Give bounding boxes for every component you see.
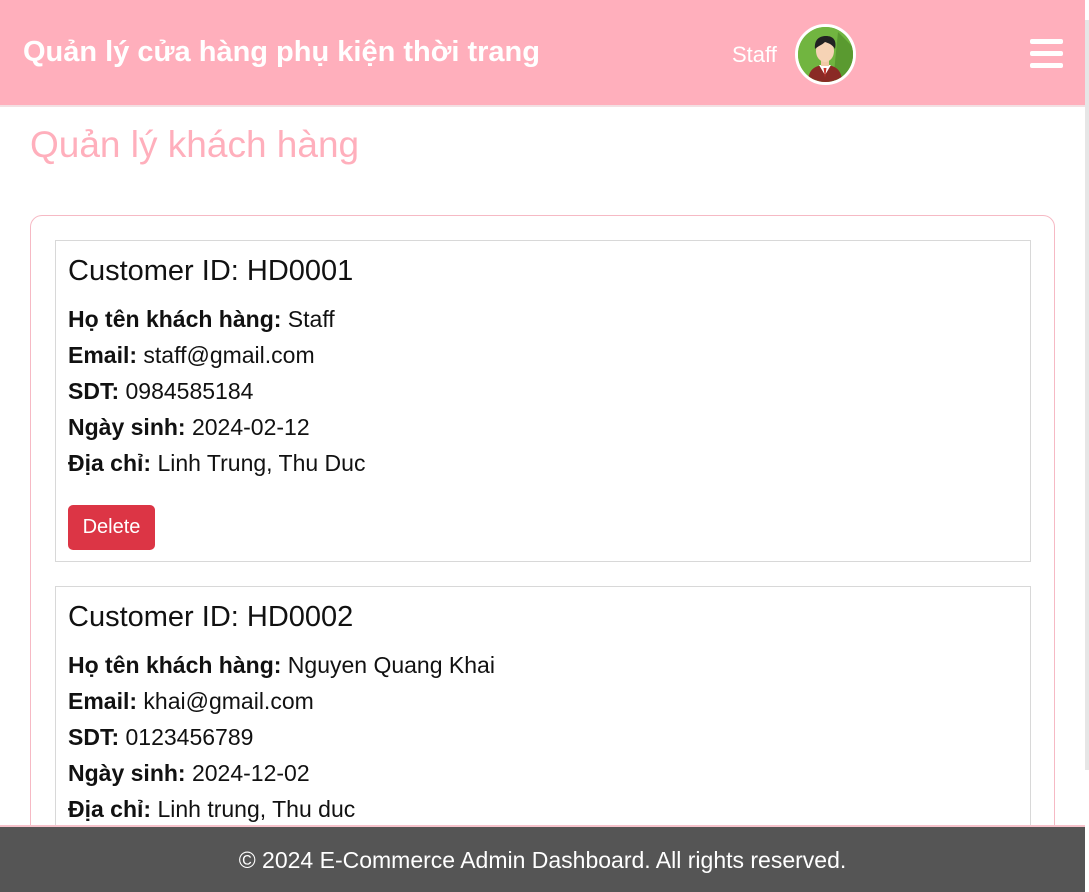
hamburger-menu-icon[interactable] [1030, 39, 1063, 69]
footer-copyright: © 2024 E-Commerce Admin Dashboard. All r… [238, 847, 847, 873]
customer-phone-row: SDT: 0123456789 [68, 724, 254, 750]
customer-dob-row: Ngày sinh: 2024-02-12 [68, 414, 310, 440]
customer-id: Customer ID: HD0001 [68, 255, 354, 287]
customer-email-row: Email: khai@gmail.com [68, 688, 314, 714]
customer-id: Customer ID: HD0002 [68, 601, 354, 633]
customer-phone-row: SDT: 0984585184 [68, 378, 254, 404]
customer-name-row: Họ tên khách hàng: Nguyen Quang Khai [68, 652, 495, 678]
customer-list-panel: Customer ID: HD0001 Họ tên khách hàng: S… [30, 215, 1055, 855]
customer-email-row: Email: staff@gmail.com [68, 342, 315, 368]
top-header: Quản lý cửa hàng phụ kiện thời trang Sta… [0, 0, 1085, 107]
customer-dob-row: Ngày sinh: 2024-12-02 [68, 760, 310, 786]
customer-name-row: Họ tên khách hàng: Staff [68, 306, 335, 332]
customer-address-row: Địa chỉ: Linh trung, Thu duc [68, 796, 356, 822]
customer-card: Customer ID: HD0002 Họ tên khách hàng: N… [55, 586, 1031, 854]
delete-button[interactable]: Delete [68, 505, 155, 550]
scrollbar-thumb[interactable] [1085, 20, 1089, 770]
page-footer: © 2024 E-Commerce Admin Dashboard. All r… [0, 825, 1085, 892]
customer-address-row: Địa chỉ: Linh Trung, Thu Duc [68, 450, 366, 476]
user-avatar-icon[interactable] [795, 24, 856, 85]
app-title: Quản lý cửa hàng phụ kiện thời trang [23, 36, 540, 68]
page-title: Quản lý khách hàng [30, 124, 360, 165]
user-name[interactable]: Staff [732, 42, 777, 68]
customer-card: Customer ID: HD0001 Họ tên khách hàng: S… [55, 240, 1031, 562]
